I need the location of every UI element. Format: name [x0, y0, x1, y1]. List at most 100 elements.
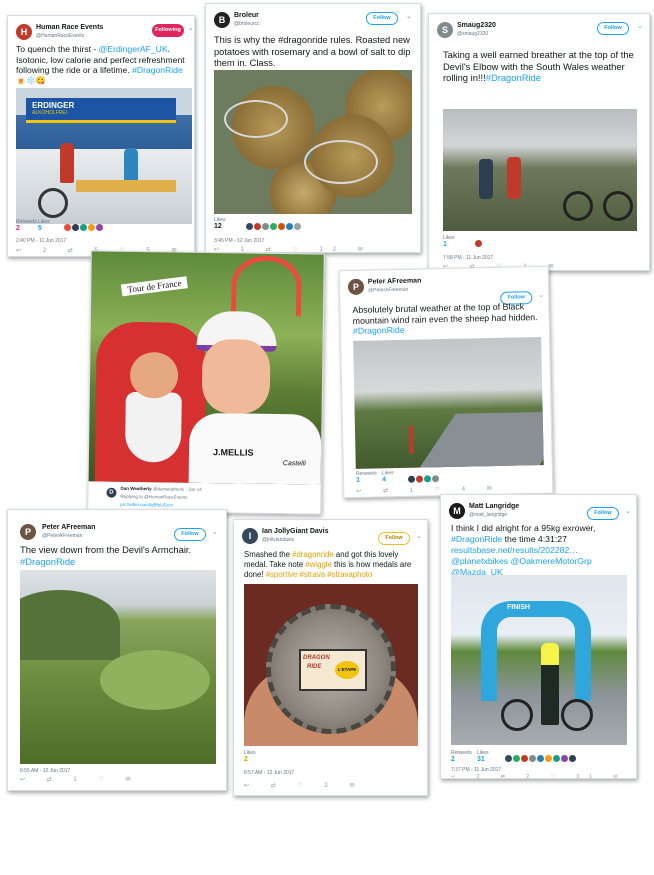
tweet-photo[interactable]: ERDINGER ALKOHOLFREI [16, 88, 192, 224]
table [76, 180, 176, 192]
follow-button[interactable]: Follow [378, 532, 410, 545]
hashtag-link[interactable]: #DragonRide [132, 65, 183, 75]
user-handle[interactable]: @matt_langridge [469, 512, 507, 518]
user-handle[interactable]: @broleurcc [234, 21, 260, 27]
timestamp[interactable]: 8:57 AM - 12 Jun 2017 [244, 770, 294, 776]
likers-facepile[interactable] [407, 475, 440, 483]
timestamp[interactable]: 7:37 PM - 11 Jun 2017 [451, 767, 501, 773]
avatar[interactable]: S [437, 22, 453, 38]
user-handle[interactable]: @HumanRaceEvents [36, 33, 84, 39]
tweet-header: B Broleur @broleurcc Follow ⌄ [214, 10, 414, 36]
like-count[interactable]: Likes 2 [244, 750, 256, 763]
likers-facepile[interactable] [505, 755, 576, 762]
like-count[interactable]: Likes 4 [382, 470, 394, 483]
follow-button[interactable]: Follow [597, 22, 629, 35]
user-name[interactable]: Peter AFreeman [42, 524, 95, 531]
chevron-down-icon[interactable]: ⌄ [637, 22, 643, 30]
author-name: Dan Weatherly [120, 485, 152, 492]
like-count[interactable]: Likes 31 [477, 750, 489, 763]
tweet-text: This is why the #dragonride rules. Roast… [214, 35, 411, 68]
avatar[interactable]: P [347, 278, 365, 296]
hashtag-link[interactable]: #DragonRide [20, 556, 220, 568]
devil-trident-icon [230, 255, 302, 317]
chevron-down-icon[interactable]: ⌄ [212, 528, 218, 536]
timestamp[interactable]: 8:55 AM - 12 Jun 2017 [20, 768, 70, 774]
avatar[interactable]: D [106, 487, 117, 498]
tweet-card-devil-selfie: Tour de France J.MELLIS Castelli D Dan W… [87, 250, 325, 515]
avatar[interactable]: I [242, 528, 258, 544]
user-handle[interactable]: @jollyiandavis [262, 537, 294, 543]
avatar[interactable]: B [214, 12, 230, 28]
likes-value: 31 [477, 756, 485, 763]
hashtag-link[interactable]: #wiggle [305, 560, 331, 569]
tweet-text: To quench the thirst - @ErdingerAF_UK. I… [16, 44, 192, 86]
results-link[interactable]: resultsbase.net/results/202282… [451, 545, 635, 556]
user-handle[interactable]: @PeterAFreeman [368, 287, 408, 294]
medal: DRAGON RIDE L'ETAPE [266, 604, 396, 734]
user-name[interactable]: Smaug2320 [457, 22, 496, 29]
follow-button[interactable]: Follow [587, 507, 619, 520]
tweet-text-part: Absolutely brutal weather at the top of … [352, 301, 538, 326]
tweet-photo[interactable] [20, 570, 216, 764]
user-name[interactable]: Ian JollyGiant Davis [262, 528, 329, 535]
chevron-down-icon[interactable]: ⌄ [625, 507, 631, 515]
user-handle[interactable]: @smaug2320 [457, 31, 488, 37]
tweet-card-peter-armchair: P Peter AFreeman @PeterAFreeman Follow ⌄… [7, 509, 227, 791]
bike-wheel [603, 191, 633, 221]
follow-button[interactable]: Follow [174, 528, 206, 541]
banner-subtext: ALKOHOLFREI [32, 110, 68, 116]
mention-link[interactable]: @ErdingerAF_UK [99, 44, 168, 54]
like-count[interactable]: Likes 5 [38, 219, 50, 232]
user-name[interactable]: Peter AFreeman [368, 277, 422, 285]
valley-field [100, 650, 210, 710]
chevron-down-icon[interactable]: ⌄ [416, 532, 422, 540]
hashtag-link[interactable]: #DragonRide [486, 72, 541, 83]
chevron-down-icon[interactable]: ⌄ [188, 24, 194, 32]
reply-author[interactable]: Dan Weatherly @danweatherly · Jun 14 [120, 486, 201, 492]
likers-facepile[interactable] [64, 224, 103, 231]
avatar[interactable]: H [16, 24, 32, 40]
tweet-text: Absolutely brutal weather at the top of … [352, 301, 543, 336]
likers-facepile[interactable] [475, 240, 482, 247]
like-count[interactable]: Likes 12 [214, 217, 226, 230]
like-count[interactable]: Likes 1 [443, 235, 455, 248]
timestamp[interactable]: 7:58 PM - 11 Jun 2017 [443, 255, 493, 261]
tweet-photo[interactable] [214, 70, 412, 214]
hashtag-link[interactable]: #dragonride [292, 550, 334, 559]
avatar[interactable]: P [20, 524, 36, 540]
tweet-text-part: the time 4:31:27 [502, 534, 567, 544]
follow-button[interactable]: Follow [366, 12, 398, 25]
following-button[interactable]: Following [152, 24, 184, 37]
tweet-photo[interactable]: Tour de France J.MELLIS Castelli [88, 251, 324, 485]
timestamp[interactable]: 3:45 PM - 12 Jun 2017 [214, 238, 265, 244]
likers-facepile[interactable] [246, 223, 301, 230]
action-bar[interactable]: ↩ ⇄ ♡ 2 ✉ [244, 782, 364, 789]
tweet-photo[interactable]: DRAGON RIDE L'ETAPE [244, 584, 418, 746]
hashtag-link[interactable]: #DragonRide [353, 325, 405, 336]
tweet-text-part: Smashed the [244, 550, 293, 559]
rider-figure [541, 643, 559, 725]
user-handle[interactable]: @PeterAFreeman [42, 533, 82, 539]
user-name[interactable]: Broleur [234, 12, 259, 19]
retweet-count[interactable]: Retweets 1 [356, 470, 377, 483]
pic-link[interactable]: pic.twitter.com/bjBfbUGvm [120, 502, 173, 508]
tweet-photo[interactable] [443, 109, 637, 231]
user-name[interactable]: Human Race Events [36, 24, 103, 31]
hashtag-link[interactable]: #DragonRide [451, 534, 502, 544]
tweet-photo[interactable]: FINISH [451, 575, 627, 745]
chevron-down-icon[interactable]: ⌄ [538, 291, 544, 299]
tweet-photo[interactable] [353, 336, 544, 469]
retweet-count[interactable]: Retweets 2 [16, 219, 37, 232]
action-bar[interactable]: ↩ 2 ⇄ 2 ♡ 31 ✉ [451, 774, 628, 780]
tweet-text-part: To quench the thirst - [16, 44, 99, 54]
action-bar[interactable]: ↩ ⇄ 1 ♡ ✉ [20, 776, 140, 783]
avatar[interactable]: M [449, 503, 465, 519]
jersey-sponsor: Castelli [282, 460, 306, 468]
replying-to[interactable]: Replying to @HumanRaceEvents [120, 494, 187, 500]
timestamp[interactable]: 2:40 PM - 11 Jun 2017 [16, 238, 66, 244]
user-name[interactable]: Matt Langridge [469, 503, 519, 510]
retweet-count[interactable]: Retweets 2 [451, 750, 472, 763]
chevron-down-icon[interactable]: ⌄ [406, 12, 412, 20]
emoji-line: 🍺❄️😋 [16, 75, 46, 85]
hashtag-link[interactable]: #sportive #strava #stravaphoto [266, 570, 373, 579]
